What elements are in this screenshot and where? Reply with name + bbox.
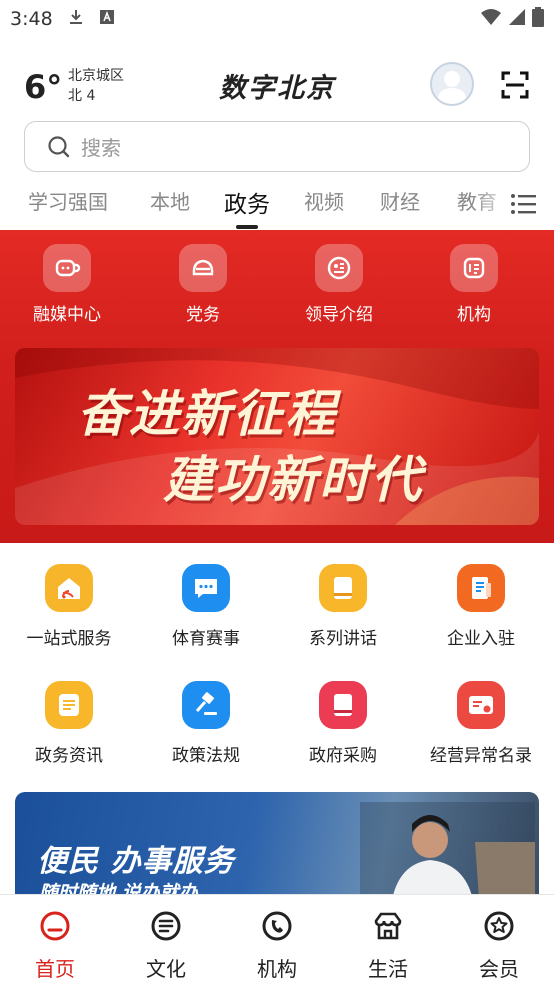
quick-link-label: 领导介绍 [305, 305, 373, 325]
tab-video[interactable]: 视频 [304, 186, 344, 215]
id-card-icon [457, 681, 505, 729]
keyboard-a-icon [99, 9, 115, 29]
culture-icon [151, 911, 181, 941]
bottom-navigation: 首页 文化 机构 生活 会员 [0, 894, 554, 984]
service-sports-events[interactable]: 体育赛事 [137, 564, 275, 649]
banner2-title: 便民 办事服务 [37, 844, 235, 879]
quick-link-label: 融媒中心 [33, 305, 101, 325]
wifi-icon [480, 8, 502, 30]
tab-xuexiqiangguo[interactable]: 学习强国 [28, 186, 108, 215]
quick-link-organizations[interactable]: 机构 [419, 244, 529, 325]
service-enterprise[interactable]: 企业入驻 [412, 564, 550, 649]
service-label: 体育赛事 [172, 629, 240, 649]
banner-person-illustration [360, 802, 535, 902]
nav-life[interactable]: 生活 [333, 909, 443, 982]
organization-icon [450, 244, 498, 292]
quick-link-label: 机构 [457, 305, 491, 325]
download-icon [67, 8, 85, 30]
news-icon [45, 681, 93, 729]
gavel-icon [182, 681, 230, 729]
service-label: 政府采购 [309, 746, 377, 766]
menu-icon[interactable] [510, 190, 538, 218]
home-icon [40, 911, 70, 941]
nav-label: 会员 [479, 957, 519, 981]
organization-icon [262, 911, 292, 941]
service-label: 一站式服务 [26, 629, 112, 649]
chat-bubble-icon [182, 564, 230, 612]
quick-link-party-affairs[interactable]: 党务 [148, 244, 258, 325]
battery-icon [532, 7, 544, 31]
service-speech-series[interactable]: 系列讲话 [274, 564, 412, 649]
service-policies-laws[interactable]: 政策法规 [137, 681, 275, 766]
banner-line-2: 建功新时代 [163, 451, 423, 509]
channel-tabs: 学习强国 本地 政务 视频 财经 教育 [0, 180, 554, 230]
quick-link-leaders[interactable]: 领导介绍 [284, 244, 394, 325]
nav-label: 生活 [368, 957, 408, 981]
active-tab-indicator [236, 225, 258, 229]
document-icon [457, 564, 505, 612]
service-promo-banner[interactable]: 便民 办事服务 随时随地 说办就办 [15, 792, 539, 902]
nav-home[interactable]: 首页 [0, 909, 110, 982]
tab-finance[interactable]: 财经 [380, 186, 420, 215]
service-government-purchase[interactable]: 政府采购 [274, 681, 412, 766]
nav-label: 文化 [146, 957, 186, 981]
weather-temperature[interactable]: 6° [24, 68, 62, 106]
leader-icon [315, 244, 363, 292]
tab-local[interactable]: 本地 [150, 186, 190, 215]
feature-area: 融媒中心 党务 领导介绍 机构 奋进新征程 建功新时代 [0, 230, 554, 543]
promo-banner[interactable]: 奋进新征程 建功新时代 [15, 348, 539, 525]
service-label: 企业入驻 [447, 629, 515, 649]
search-input[interactable]: 搜索 [24, 121, 530, 172]
nav-culture[interactable]: 文化 [111, 909, 221, 982]
service-label: 系列讲话 [309, 629, 377, 649]
status-time: 3:48 [10, 8, 53, 30]
location-name: 北京城区 [68, 68, 124, 84]
scan-icon[interactable] [500, 70, 530, 100]
nav-organizations[interactable]: 机构 [222, 909, 332, 982]
wind-info: 北 4 [68, 88, 96, 104]
banner-line-1: 奋进新征程 [77, 385, 337, 443]
avatar-person-icon [437, 71, 467, 104]
service-one-stop[interactable]: 一站式服务 [0, 564, 138, 649]
nav-member[interactable]: 会员 [444, 909, 554, 982]
signal-icon [508, 8, 526, 30]
status-bar: 3:48 [0, 0, 554, 38]
life-icon [374, 912, 402, 940]
tab-government[interactable]: 政务 [224, 185, 270, 219]
home-wifi-icon [45, 564, 93, 612]
service-label: 政策法规 [172, 746, 240, 766]
nav-label: 首页 [35, 957, 75, 981]
search-placeholder: 搜索 [81, 136, 121, 160]
member-icon [484, 911, 514, 941]
cup-icon [43, 244, 91, 292]
header: 6° 北京城区 北 4 数字北京 [0, 58, 554, 114]
user-avatar[interactable] [430, 62, 474, 106]
service-label: 经营异常名录 [430, 746, 532, 766]
weather-location[interactable]: 北京城区 北 4 [68, 66, 124, 106]
service-government-news[interactable]: 政务资讯 [0, 681, 138, 766]
nav-label: 机构 [257, 957, 297, 981]
quick-link-label: 党务 [186, 305, 220, 325]
party-icon [179, 244, 227, 292]
book-icon [319, 564, 367, 612]
quick-link-media-center[interactable]: 融媒中心 [12, 244, 122, 325]
service-label: 政务资讯 [35, 746, 103, 766]
search-icon [48, 135, 70, 157]
service-abnormal-operations-list[interactable]: 经营异常名录 [412, 681, 550, 766]
purchase-book-icon [319, 681, 367, 729]
